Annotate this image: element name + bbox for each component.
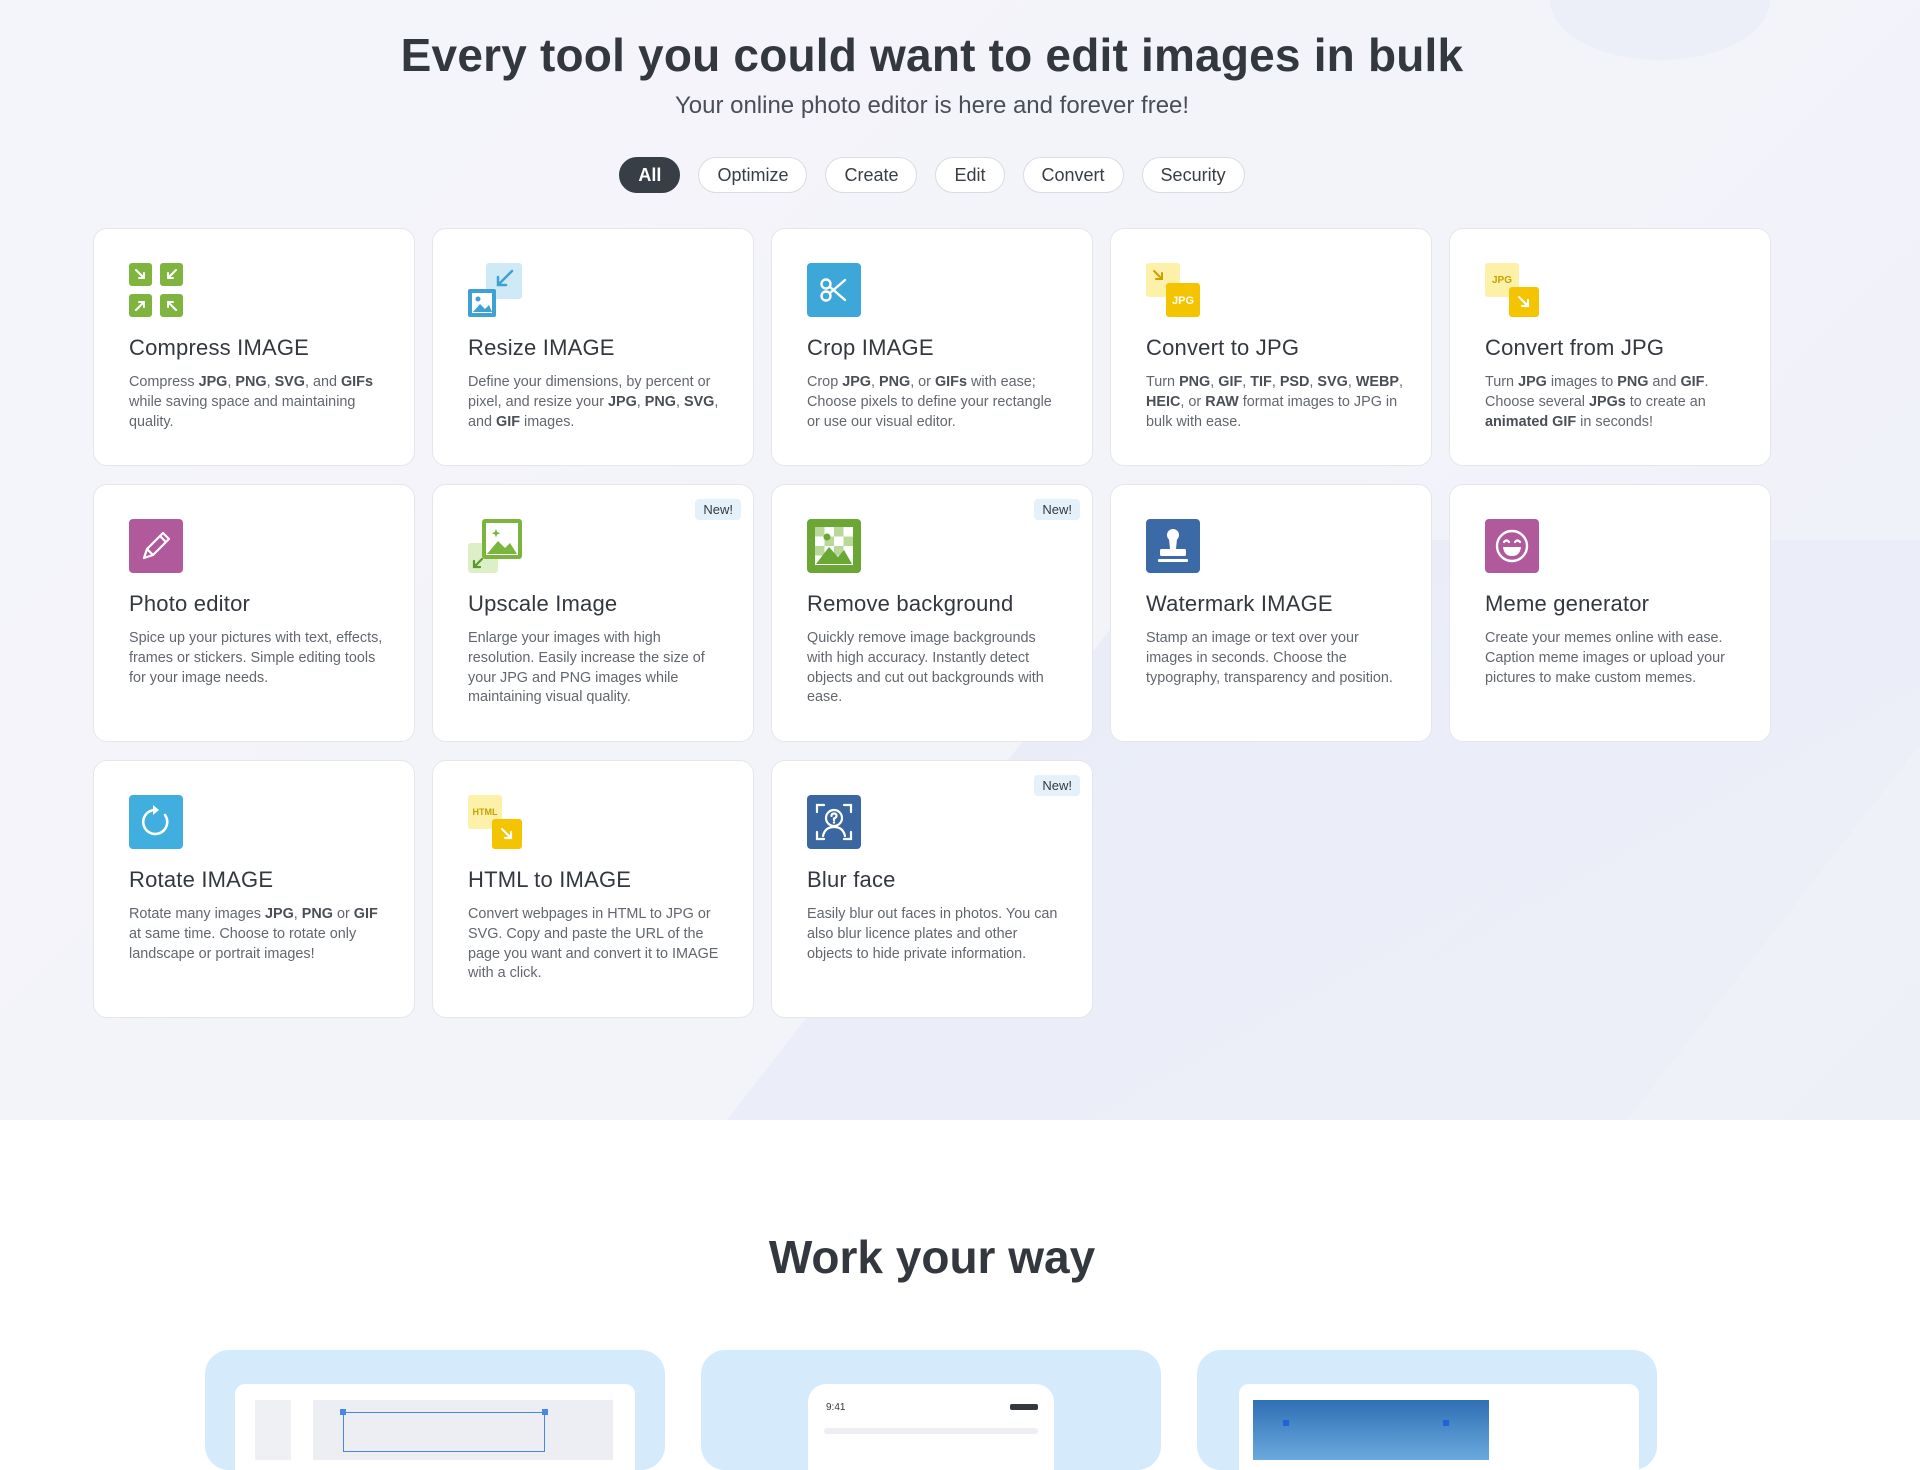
- stamp-icon: [1146, 519, 1200, 573]
- tools-grid: Compress IMAGE Compress JPG, PNG, SVG, a…: [93, 228, 1773, 1018]
- selection-handle: [340, 1409, 346, 1415]
- selection-handle: [542, 1409, 548, 1415]
- tool-title: Compress IMAGE: [129, 335, 310, 360]
- tool-card-remove-background[interactable]: New! Remove background Quickly remove im…: [771, 484, 1093, 742]
- filter-all[interactable]: All: [619, 157, 681, 193]
- tool-title: Resize IMAGE: [468, 335, 615, 360]
- convert-from-jpg-icon: JPG: [1485, 263, 1539, 317]
- tool-description: Spice up your pictures with text, effect…: [129, 630, 383, 686]
- tool-card-blur-face[interactable]: New! Blur face Easily blur out faces in …: [771, 760, 1093, 1018]
- tool-description: Create your memes online with ease. Capt…: [1485, 630, 1725, 686]
- tool-title: Convert to JPG: [1146, 335, 1300, 360]
- phone-search-bar: [824, 1428, 1038, 1434]
- tool-description: Crop JPG, PNG, or GIFs with ease; Choose…: [807, 374, 1052, 430]
- tool-description: Easily blur out faces in photos. You can…: [807, 906, 1058, 962]
- tool-title: Rotate IMAGE: [129, 867, 274, 892]
- tool-card-html-to-image[interactable]: HTML HTML to IMAGE Convert webpages in H…: [432, 760, 754, 1018]
- filter-optimize[interactable]: Optimize: [698, 157, 808, 193]
- pencil-icon: [129, 519, 183, 573]
- tool-title: Photo editor: [129, 591, 251, 616]
- tool-description: Define your dimensions, by percent or pi…: [468, 374, 719, 430]
- filter-tabs: All Optimize Create Edit Convert Securit…: [0, 157, 1864, 193]
- rotate-icon: [129, 795, 183, 849]
- svg-text:HTML: HTML: [473, 807, 498, 817]
- blur-face-icon: [807, 795, 861, 849]
- tool-description: Stamp an image or text over your images …: [1146, 630, 1393, 686]
- phone-status-time: 9:41: [826, 1402, 846, 1413]
- tool-title: Meme generator: [1485, 591, 1650, 616]
- selection-handle: [1283, 1420, 1289, 1426]
- tool-description: Rotate many images JPG, PNG or GIF at sa…: [129, 906, 378, 962]
- page-title: Every tool you could want to edit images…: [400, 29, 1464, 81]
- html-to-image-icon: HTML: [468, 795, 522, 849]
- tool-card-meme-generator[interactable]: Meme generator Create your memes online …: [1449, 484, 1771, 742]
- filter-security[interactable]: Security: [1141, 157, 1245, 193]
- tool-card-resize[interactable]: Resize IMAGE Define your dimensions, by …: [432, 228, 754, 466]
- tool-title: Convert from JPG: [1485, 335, 1665, 360]
- new-badge: New!: [695, 499, 741, 520]
- filter-create[interactable]: Create: [825, 157, 918, 193]
- upscale-icon: [468, 519, 522, 573]
- tool-card-photo-editor[interactable]: Photo editor Spice up your pictures with…: [93, 484, 415, 742]
- scissors-icon: [807, 263, 861, 317]
- preview-card-tablet[interactable]: [1197, 1350, 1657, 1470]
- page-subtitle: Your online photo editor is here and for…: [674, 92, 1190, 119]
- laughing-face-icon: [1485, 519, 1539, 573]
- tool-card-convert-from-jpg[interactable]: JPG Convert from JPG Turn JPG images to …: [1449, 228, 1771, 466]
- tool-card-compress[interactable]: Compress IMAGE Compress JPG, PNG, SVG, a…: [93, 228, 415, 466]
- tool-description: Turn PNG, GIF, TIF, PSD, SVG, WEBP, HEIC…: [1146, 374, 1403, 430]
- preview-window: [235, 1384, 635, 1470]
- preview-selection-box: [343, 1412, 545, 1452]
- tool-description: Enlarge your images with high resolution…: [468, 630, 705, 706]
- convert-to-jpg-icon: JPG: [1146, 263, 1200, 317]
- preview-tablet-window: [1239, 1384, 1639, 1470]
- new-badge: New!: [1034, 775, 1080, 796]
- tool-card-crop[interactable]: Crop IMAGE Crop JPG, PNG, or GIFs with e…: [771, 228, 1093, 466]
- tool-card-rotate[interactable]: Rotate IMAGE Rotate many images JPG, PNG…: [93, 760, 415, 1018]
- selection-handle: [1443, 1420, 1449, 1426]
- tool-title: HTML to IMAGE: [468, 867, 632, 892]
- tool-title: Watermark IMAGE: [1146, 591, 1333, 616]
- tool-card-watermark[interactable]: Watermark IMAGE Stamp an image or text o…: [1110, 484, 1432, 742]
- tool-title: Remove background: [807, 591, 1014, 616]
- filter-convert[interactable]: Convert: [1022, 157, 1124, 193]
- svg-text:JPG: JPG: [1172, 295, 1194, 307]
- tool-card-upscale[interactable]: New! Upscale Image Enlarge your images w…: [432, 484, 754, 742]
- tool-title: Crop IMAGE: [807, 335, 934, 360]
- new-badge: New!: [1034, 499, 1080, 520]
- resize-icon: [468, 263, 522, 317]
- tool-title: Upscale Image: [468, 591, 618, 616]
- tool-title: Blur face: [807, 867, 896, 892]
- filter-edit[interactable]: Edit: [935, 157, 1005, 193]
- preview-card-mobile[interactable]: 9:41: [701, 1350, 1161, 1470]
- tool-card-convert-to-jpg[interactable]: JPG Convert to JPG Turn PNG, GIF, TIF, P…: [1110, 228, 1432, 466]
- tool-description: Quickly remove image backgrounds with hi…: [807, 630, 1044, 706]
- svg-text:JPG: JPG: [1492, 275, 1512, 286]
- preview-phone: 9:41: [808, 1384, 1054, 1470]
- preview-card-desktop[interactable]: [205, 1350, 665, 1470]
- remove-background-icon: [807, 519, 861, 573]
- preview-image: [1253, 1400, 1489, 1460]
- tool-description: Convert webpages in HTML to JPG or SVG. …: [468, 906, 719, 982]
- tool-description: Compress JPG, PNG, SVG, and GIFs while s…: [129, 374, 373, 430]
- work-your-way-section: Work your way 9:41: [0, 1120, 1920, 1470]
- compress-icon: [129, 263, 183, 317]
- preview-sidebar: [255, 1400, 291, 1460]
- section-title: Work your way: [768, 1231, 1096, 1283]
- tool-description: Turn JPG images to PNG and GIF. Choose s…: [1485, 374, 1709, 430]
- hero-section: Every tool you could want to edit images…: [0, 0, 1920, 1120]
- phone-status-icons: [1010, 1404, 1038, 1410]
